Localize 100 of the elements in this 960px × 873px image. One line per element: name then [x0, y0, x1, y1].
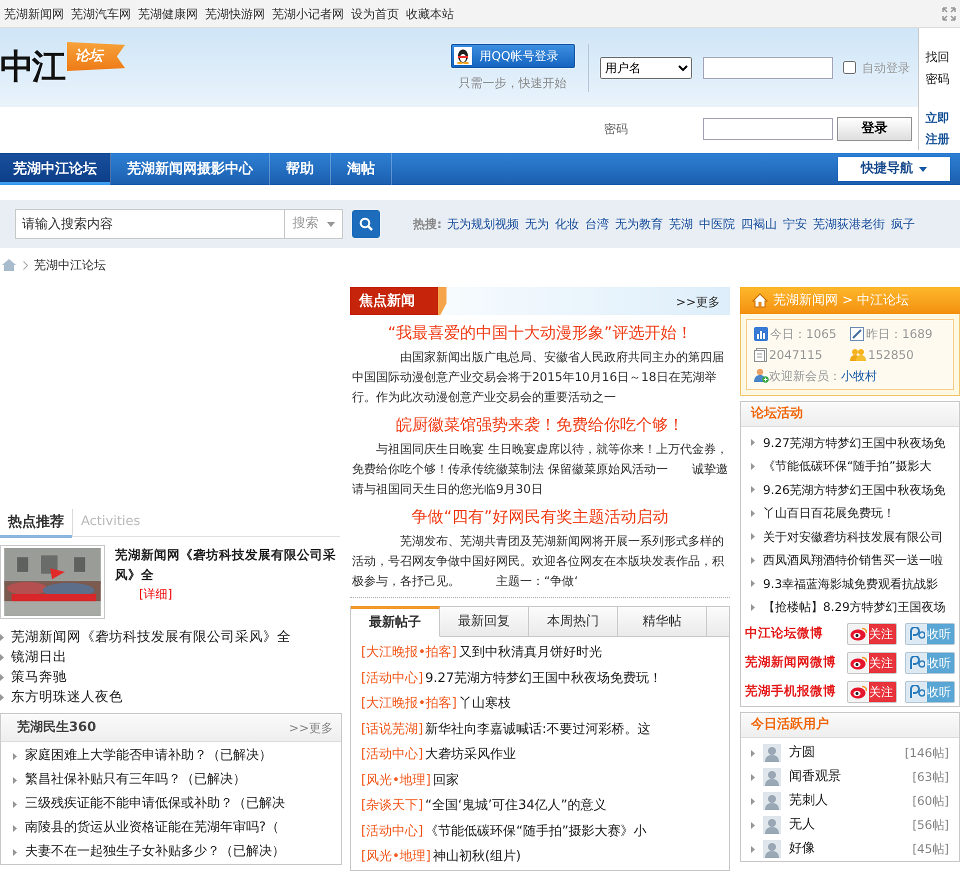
- top-link[interactable]: 芜湖汽车网: [71, 4, 131, 22]
- hot-search-link[interactable]: 无为教育: [614, 215, 663, 233]
- nav-tab[interactable]: 淘帖: [331, 153, 392, 185]
- news-headline[interactable]: 皖厨徽菜馆强势来袭！免费给你吃个够！: [350, 413, 730, 437]
- bullet-icon: [751, 462, 755, 470]
- nav-tab[interactable]: 芜湖中江论坛: [0, 153, 111, 185]
- avatar-icon: [763, 744, 781, 762]
- news-headline[interactable]: 争做“四有”好网民有奖主题活动启动: [350, 505, 730, 529]
- hot-search-link[interactable]: 芜湖: [668, 215, 693, 233]
- search-button[interactable]: [352, 210, 380, 238]
- top-link[interactable]: 芜湖快游网: [205, 4, 265, 22]
- weibo-link[interactable]: 芜湖新闻网微博: [745, 653, 847, 672]
- activity-link[interactable]: 《节能低碳环保“随手拍”摄影大: [763, 457, 932, 476]
- hot-search-link[interactable]: 疯子: [890, 215, 915, 233]
- nav-tab[interactable]: 芜湖新闻网摄影中心: [111, 153, 270, 185]
- post-tab[interactable]: 最新回复: [440, 607, 529, 637]
- activity-link[interactable]: 9.26芜湖方特梦幻王国中秋夜场免: [763, 480, 946, 499]
- news-headline[interactable]: “我最喜爱的中国十大动漫形象”评选开始！: [350, 321, 730, 345]
- post-tab[interactable]: 最新帖子: [351, 606, 440, 637]
- password-field[interactable]: [703, 118, 833, 140]
- follow-button[interactable]: 关注: [847, 652, 897, 674]
- post-tab[interactable]: 精华帖: [618, 607, 707, 637]
- list-link[interactable]: 镜湖日出: [11, 646, 67, 668]
- top-link[interactable]: 芜湖小记者网: [272, 4, 344, 22]
- more-link[interactable]: >>更多: [676, 293, 720, 315]
- account-type-select[interactable]: 用户名: [600, 56, 692, 78]
- hot-search-link[interactable]: 芜湖荻港老街: [812, 215, 885, 233]
- question-link[interactable]: 南陵县的货运从业资格证能在芜湖年审吗?（: [25, 818, 279, 838]
- user-link[interactable]: 好像: [789, 839, 815, 859]
- post-title[interactable]: 《节能低碳环保“随手拍”摄影大赛》小: [425, 822, 647, 841]
- post-title[interactable]: “全国‘鬼城’可住34亿人”的意义: [425, 796, 606, 816]
- bullet-icon: [0, 674, 4, 680]
- hot-search-link[interactable]: 四褐山: [740, 215, 777, 233]
- question-link[interactable]: 繁昌社保补贴只有三年吗？（已解决）: [25, 770, 246, 790]
- user-link[interactable]: 方圆: [789, 743, 815, 763]
- detail-link[interactable]: [详细]: [139, 585, 172, 603]
- qq-login-button[interactable]: 用QQ帐号登录: [450, 44, 574, 68]
- login-button[interactable]: 登录: [837, 116, 912, 140]
- activity-link[interactable]: 关于对安徽砻坊科技发展有限公司: [763, 528, 943, 546]
- qq-login-hint: 只需一步，快速开始: [458, 74, 566, 92]
- expand-icon[interactable]: [942, 6, 956, 20]
- bullet-icon: [751, 750, 755, 756]
- register-link[interactable]: 立即注册: [926, 108, 954, 150]
- user-add-icon: [754, 368, 769, 383]
- auto-login-checkbox[interactable]: [843, 61, 856, 74]
- post-title[interactable]: 又到中秋清真月饼好时光: [458, 643, 602, 662]
- user-link[interactable]: 无人: [789, 815, 815, 835]
- question-link[interactable]: 家庭困难上大学能否申请补助？（已解决）: [25, 746, 272, 766]
- question-link[interactable]: 夫妻不在一起独生子女补贴多少？（已解决）: [25, 842, 285, 862]
- member-link[interactable]: 小牧村: [841, 366, 877, 384]
- quick-nav-button[interactable]: 快捷导航: [838, 157, 950, 181]
- post-tab[interactable]: 本周热门: [529, 607, 618, 637]
- section-title: 论坛活动: [751, 405, 803, 424]
- avatar-icon: [763, 768, 781, 786]
- list-link[interactable]: 芜湖新闻网《砻坊科技发展有限公司采风》全: [11, 626, 291, 648]
- swirl-icon: [908, 626, 925, 640]
- top-link[interactable]: 设为首页: [351, 4, 399, 22]
- top-link[interactable]: 芜湖健康网: [138, 4, 198, 22]
- post-title[interactable]: 新华社向李嘉诚喊话:不要过河彩桥。这: [425, 720, 651, 739]
- follow-button[interactable]: 关注: [847, 622, 897, 644]
- trend-icon: [850, 326, 864, 340]
- top-link[interactable]: 收藏本站: [406, 4, 454, 22]
- hot-search-link[interactable]: 化妆: [554, 215, 579, 233]
- activity-link[interactable]: 9.3幸福蓝海影城免费观看抗战影: [763, 574, 938, 593]
- nav-tab[interactable]: 帮助: [270, 153, 331, 185]
- post-title[interactable]: 大砻坊采风作业: [425, 745, 516, 764]
- search-field[interactable]: 请输入搜索内容: [15, 209, 284, 239]
- post-title[interactable]: 神山初秋(组片): [432, 847, 521, 866]
- news-summary: 由国家新闻出版广电总局、安徽省人民政府共同主办的第四届中国国际动漫创意产业交易会将于2015年10月16日～18日在芜湖举行。作为此次动漫创意产业交易会的重要活动之一: [351, 349, 725, 406]
- username-field[interactable]: [703, 56, 833, 78]
- activity-link[interactable]: 【抢楼帖】8.29方特梦幻王国夜场: [763, 598, 946, 616]
- find-password-link[interactable]: 找回密码: [926, 46, 954, 90]
- hot-search-link[interactable]: 中医院: [698, 215, 735, 233]
- follow-button[interactable]: 关注: [847, 680, 897, 702]
- list-link[interactable]: 东方明珠迷人夜色: [11, 686, 123, 708]
- activity-link[interactable]: 9.27芜湖方特梦幻王国中秋夜场免: [763, 434, 946, 452]
- user-link[interactable]: 闻香观景: [789, 767, 841, 787]
- list-link[interactable]: 策马奔驰: [11, 666, 67, 688]
- bullet-icon: [751, 556, 755, 564]
- hot-search-link[interactable]: 台湾: [584, 215, 609, 233]
- top-link[interactable]: 芜湖新闻网: [4, 4, 64, 22]
- weibo-link[interactable]: 中江论坛微博: [745, 624, 847, 643]
- question-link[interactable]: 三级残疾证能不能申请低保或补助？（已解决: [25, 794, 285, 814]
- user-link[interactable]: 芜刺人: [789, 791, 828, 811]
- breadcrumb-link[interactable]: 芜湖中江论坛: [34, 256, 106, 274]
- bullet-icon: [13, 824, 17, 832]
- bullet-icon: [751, 798, 755, 804]
- post-title[interactable]: 丫山寒枝: [458, 694, 511, 714]
- section-tab[interactable]: 热点推荐: [0, 509, 72, 538]
- home-icon[interactable]: [1, 258, 17, 272]
- weibo-link[interactable]: 芜湖手机报微博: [745, 682, 847, 701]
- bullet-icon: [13, 848, 17, 856]
- hot-search-link[interactable]: 无为规划视频: [446, 215, 519, 233]
- hot-search-link[interactable]: 宁安: [782, 215, 807, 233]
- featured-title[interactable]: 芜湖新闻网《砻坊科技发展有限公司采风》全: [115, 545, 345, 585]
- post-title[interactable]: 9.27芜湖方特梦幻王国中秋夜场免费玩！: [425, 668, 662, 688]
- hot-search-link[interactable]: 无为: [524, 215, 549, 233]
- post-title[interactable]: 回家: [432, 770, 459, 790]
- activity-link[interactable]: 丫山百日百花展免费玩！: [763, 504, 895, 522]
- activity-link[interactable]: 西凤酒凤翔酒特价销售买一送一啦: [763, 551, 943, 570]
